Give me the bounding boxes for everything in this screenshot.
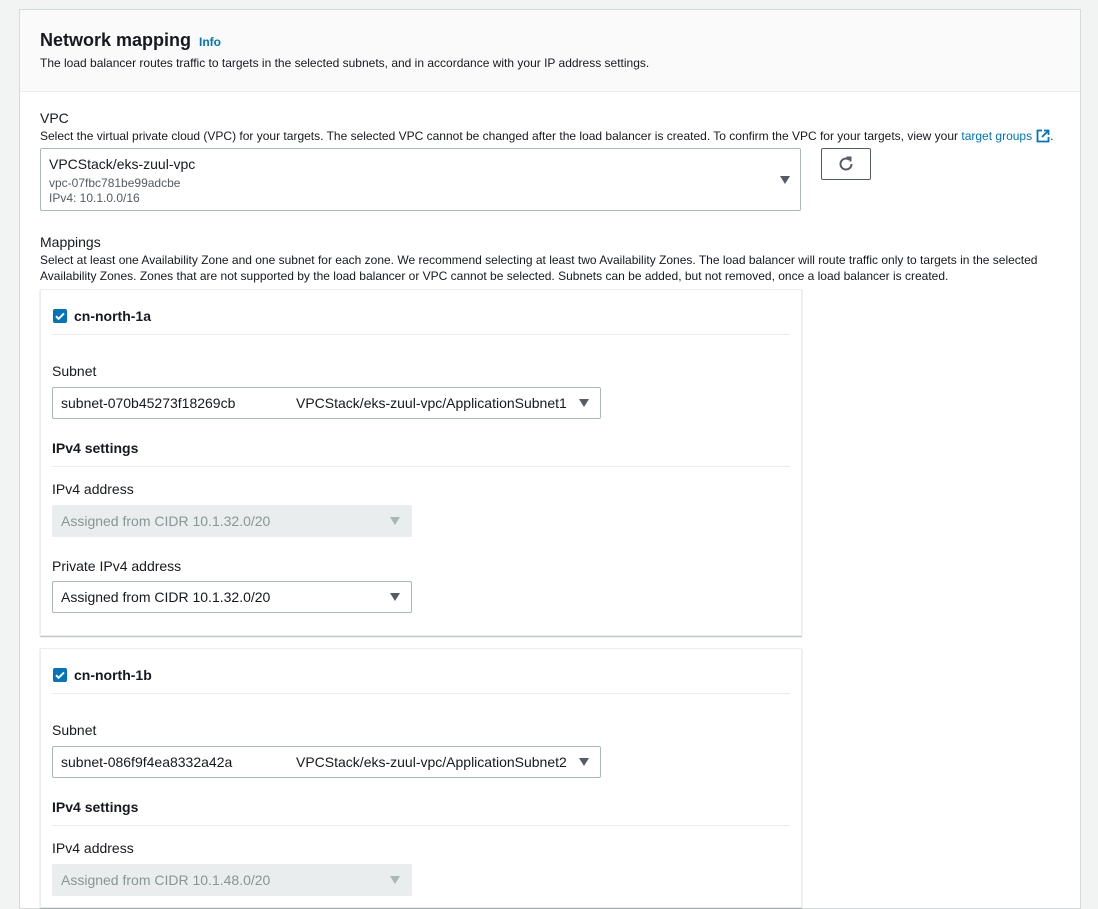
subnet-label: Subnet xyxy=(52,363,97,379)
vpc-description-trailing: . xyxy=(1050,129,1054,143)
ipv4-address-label: IPv4 address xyxy=(52,481,134,497)
caret-down-icon xyxy=(390,517,400,525)
section-title: Network mapping xyxy=(40,30,192,50)
divider xyxy=(52,825,790,826)
caret-down-icon xyxy=(390,876,400,884)
private-ipv4-label: Private IPv4 address xyxy=(52,558,182,574)
vpc-description-text: Select the virtual private cloud (VPC) f… xyxy=(40,129,959,143)
ipv4-settings-label: IPv4 settings xyxy=(52,440,139,456)
vpc-label: VPC xyxy=(40,110,69,126)
divider xyxy=(52,334,790,335)
zone-checkbox[interactable] xyxy=(53,668,67,682)
caret-down-icon xyxy=(780,176,790,184)
mappings-description-line2: Availability Zones. Zones that are not s… xyxy=(40,269,949,283)
ipv4-address-select: Assigned from CIDR 10.1.48.0/20 xyxy=(52,864,412,896)
subnet-name: VPCStack/eks-zuul-vpc/ApplicationSubnet2 xyxy=(296,754,567,770)
divider xyxy=(52,693,790,694)
mappings-description-line1: Select at least one Availability Zone an… xyxy=(40,253,1038,267)
ipv4-address-value: Assigned from CIDR 10.1.48.0/20 xyxy=(61,872,271,888)
zone-checkbox[interactable] xyxy=(53,309,67,323)
refresh-button[interactable] xyxy=(821,148,871,180)
external-link-icon[interactable] xyxy=(1036,129,1050,143)
private-ipv4-value: Assigned from CIDR 10.1.32.0/20 xyxy=(61,589,271,605)
vpc-selected-cidr: IPv4: 10.1.0.0/16 xyxy=(49,191,140,205)
vpc-description: Select the virtual private cloud (VPC) f… xyxy=(40,128,1053,144)
divider xyxy=(52,466,790,467)
panel-header: Network mapping Info The load balancer r… xyxy=(20,10,1080,92)
subnet-label: Subnet xyxy=(52,722,97,738)
ipv4-address-value: Assigned from CIDR 10.1.32.0/20 xyxy=(61,513,271,529)
subnet-id: subnet-070b45273f18269cb xyxy=(61,395,236,411)
vpc-select[interactable]: VPCStack/eks-zuul-vpc vpc-07fbc781be99ad… xyxy=(40,148,801,211)
network-mapping-panel: Network mapping Info The load balancer r… xyxy=(19,9,1081,909)
caret-down-icon xyxy=(390,593,400,601)
ipv4-settings-label: IPv4 settings xyxy=(52,799,139,815)
subnet-select[interactable]: subnet-086f9f4ea8332a42a VPCStack/eks-zu… xyxy=(52,746,601,778)
section-description: The load balancer routes traffic to targ… xyxy=(40,56,650,70)
subnet-name: VPCStack/eks-zuul-vpc/ApplicationSubnet1 xyxy=(296,395,567,411)
caret-down-icon xyxy=(579,399,589,407)
zone-card-cn-north-1b: cn-north-1b Subnet subnet-086f9f4ea8332a… xyxy=(40,648,802,908)
caret-down-icon xyxy=(579,758,589,766)
target-groups-link[interactable]: target groups xyxy=(961,129,1050,143)
info-link[interactable]: Info xyxy=(199,35,221,49)
private-ipv4-select[interactable]: Assigned from CIDR 10.1.32.0/20 xyxy=(52,581,412,613)
subnet-select[interactable]: subnet-070b45273f18269cb VPCStack/eks-zu… xyxy=(52,387,601,419)
zone-name: cn-north-1a xyxy=(74,308,151,324)
subnet-id: subnet-086f9f4ea8332a42a xyxy=(61,754,233,770)
target-groups-link-text[interactable]: target groups xyxy=(961,129,1032,143)
refresh-icon xyxy=(839,156,853,171)
zone-card-cn-north-1a: cn-north-1a Subnet subnet-070b45273f1826… xyxy=(40,289,802,636)
ipv4-address-select: Assigned from CIDR 10.1.32.0/20 xyxy=(52,505,412,537)
mappings-label: Mappings xyxy=(40,234,101,250)
checkmark-icon xyxy=(55,312,65,321)
ipv4-address-label: IPv4 address xyxy=(52,840,134,856)
vpc-selected-id: vpc-07fbc781be99adcbe xyxy=(49,176,181,190)
checkmark-icon xyxy=(55,671,65,680)
zone-name: cn-north-1b xyxy=(74,667,152,683)
vpc-selected-name: VPCStack/eks-zuul-vpc xyxy=(49,156,196,172)
